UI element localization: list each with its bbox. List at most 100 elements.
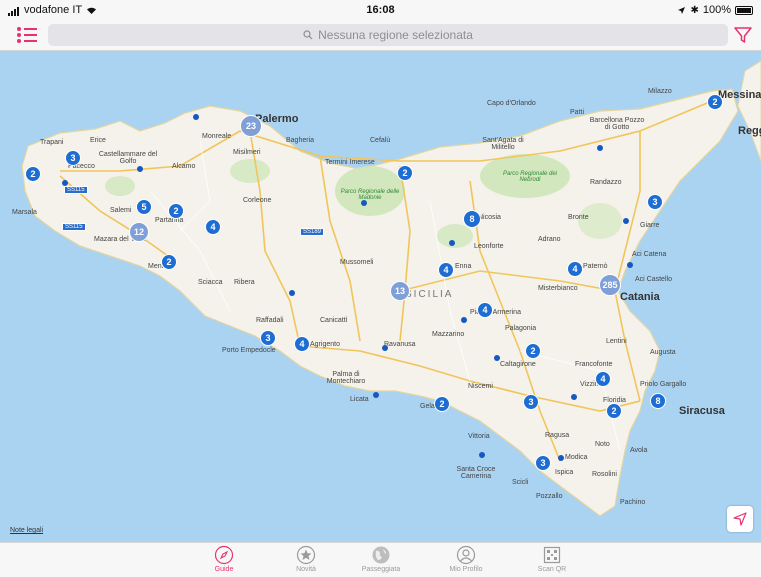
tab-label: Guide xyxy=(214,566,234,573)
cluster-marker[interactable]: 2 xyxy=(25,166,41,182)
time-label: 16:08 xyxy=(366,4,395,16)
place-label: Licata xyxy=(350,396,369,403)
tab-label: Scan QR xyxy=(537,566,567,573)
poi-dot[interactable] xyxy=(373,392,379,398)
place-label: Porto Empedocle xyxy=(222,347,276,354)
cluster-marker[interactable]: 5 xyxy=(136,199,152,215)
cluster-marker[interactable]: 23 xyxy=(240,115,262,137)
poi-dot[interactable] xyxy=(627,262,633,268)
current-location-button[interactable] xyxy=(727,506,753,532)
place-label: Randazzo xyxy=(590,179,622,186)
cluster-marker[interactable]: 3 xyxy=(535,455,551,471)
poi-dot[interactable] xyxy=(382,345,388,351)
cluster-marker[interactable]: 2 xyxy=(168,203,184,219)
poi-dot[interactable] xyxy=(571,394,577,400)
place-label: Pachino xyxy=(620,499,646,506)
poi-dot[interactable] xyxy=(558,455,564,461)
place-label: Siracusa xyxy=(679,405,725,417)
tab-guide[interactable]: Guide xyxy=(189,545,259,573)
place-label: Salemi xyxy=(110,207,132,214)
green-patch xyxy=(105,176,135,196)
place-label: Agrigento xyxy=(310,341,340,348)
place-label: Erice xyxy=(90,137,106,144)
place-label: Marsala xyxy=(12,209,37,216)
cluster-marker[interactable]: 3 xyxy=(260,330,276,346)
place-label: Catania xyxy=(620,291,660,303)
region-search-field[interactable]: Nessuna regione selezionata xyxy=(48,24,728,46)
place-label: Misilmeri xyxy=(233,149,261,156)
list-menu-icon[interactable] xyxy=(16,26,38,44)
place-label: Monreale xyxy=(202,133,232,140)
poi-dot[interactable] xyxy=(193,114,199,120)
place-label: Aci Catena xyxy=(632,251,667,258)
top-bar: Nessuna regione selezionata xyxy=(0,20,761,51)
cluster-marker[interactable]: 12 xyxy=(129,222,149,242)
poi-dot[interactable] xyxy=(623,218,629,224)
poi-dot[interactable] xyxy=(461,317,467,323)
place-label: Nicosia xyxy=(478,214,501,221)
cluster-marker[interactable]: 2 xyxy=(397,165,413,181)
qr-icon xyxy=(543,546,561,564)
place-label: Enna xyxy=(455,263,472,270)
cluster-marker[interactable]: 4 xyxy=(477,302,493,318)
cluster-marker[interactable]: 4 xyxy=(294,336,310,352)
tab-label: Passeggiata xyxy=(361,566,401,573)
place-label: Palagonia xyxy=(505,325,537,332)
etna-area xyxy=(578,203,622,239)
poi-dot[interactable] xyxy=(289,290,295,296)
map-view[interactable]: Palermo Catania Siracusa Messina Regg Tr… xyxy=(0,51,761,542)
cluster-marker[interactable]: 2 xyxy=(606,403,622,419)
place-label: Pozzallo xyxy=(536,493,563,500)
tab-scan-qr[interactable]: Scan QR xyxy=(517,545,587,573)
location-arrow-icon xyxy=(733,512,747,526)
filter-icon[interactable] xyxy=(733,25,753,45)
status-right: ✱ 100% xyxy=(677,4,753,16)
place-label: Barcellona Pozzo di Gotto xyxy=(589,117,645,131)
poi-dot[interactable] xyxy=(479,452,485,458)
place-label: Misterbianco xyxy=(538,285,578,292)
cluster-marker[interactable]: 4 xyxy=(438,262,454,278)
cluster-marker[interactable]: 2 xyxy=(707,94,723,110)
place-label: Milazzo xyxy=(648,88,672,95)
cluster-marker[interactable]: 4 xyxy=(205,219,221,235)
poi-dot[interactable] xyxy=(137,166,143,172)
cluster-marker[interactable]: 8 xyxy=(463,210,481,228)
tab-label: Mio Profilo xyxy=(449,566,483,573)
place-label: Corleone xyxy=(243,197,272,204)
park-label: Parco Regionale delle Madonie xyxy=(340,189,400,201)
place-label: Paternò xyxy=(583,263,608,270)
cluster-marker[interactable]: 2 xyxy=(161,254,177,270)
cluster-marker[interactable]: 8 xyxy=(650,393,666,409)
cluster-marker[interactable]: 4 xyxy=(595,371,611,387)
poi-dot[interactable] xyxy=(361,200,367,206)
road-shield: SS189 xyxy=(300,228,325,236)
place-label: Augusta xyxy=(650,349,676,356)
poi-dot[interactable] xyxy=(449,240,455,246)
cluster-marker[interactable]: 3 xyxy=(647,194,663,210)
search-icon xyxy=(303,30,313,40)
place-label: Giarre xyxy=(640,222,660,229)
globe-icon xyxy=(372,546,390,564)
place-label: Caltagirone xyxy=(500,361,536,368)
cluster-marker[interactable]: 13 xyxy=(390,281,410,301)
place-label: Termini Imerese xyxy=(325,159,375,166)
tab-passeggiata[interactable]: Passeggiata xyxy=(346,545,416,573)
place-label: Bronte xyxy=(568,214,589,221)
poi-dot[interactable] xyxy=(494,355,500,361)
legal-notes-link[interactable]: Note legali xyxy=(10,527,43,534)
cluster-marker[interactable]: 4 xyxy=(567,261,583,277)
poi-dot[interactable] xyxy=(62,180,68,186)
bluetooth-icon: ✱ xyxy=(690,4,699,16)
cluster-marker[interactable]: 2 xyxy=(434,396,450,412)
tab-mio-profilo[interactable]: Mio Profilo xyxy=(431,545,501,573)
cluster-marker[interactable]: 3 xyxy=(523,394,539,410)
cluster-marker[interactable]: 2 xyxy=(525,343,541,359)
poi-dot[interactable] xyxy=(597,145,603,151)
cluster-marker[interactable]: 285 xyxy=(599,274,621,296)
place-label: Leonforte xyxy=(474,243,504,250)
place-label: Mazzarino xyxy=(432,331,465,338)
place-label: Vittoria xyxy=(468,433,490,440)
place-label: Ispica xyxy=(555,469,574,476)
tab-novita[interactable]: Novità xyxy=(271,545,341,573)
cluster-marker[interactable]: 3 xyxy=(65,150,81,166)
